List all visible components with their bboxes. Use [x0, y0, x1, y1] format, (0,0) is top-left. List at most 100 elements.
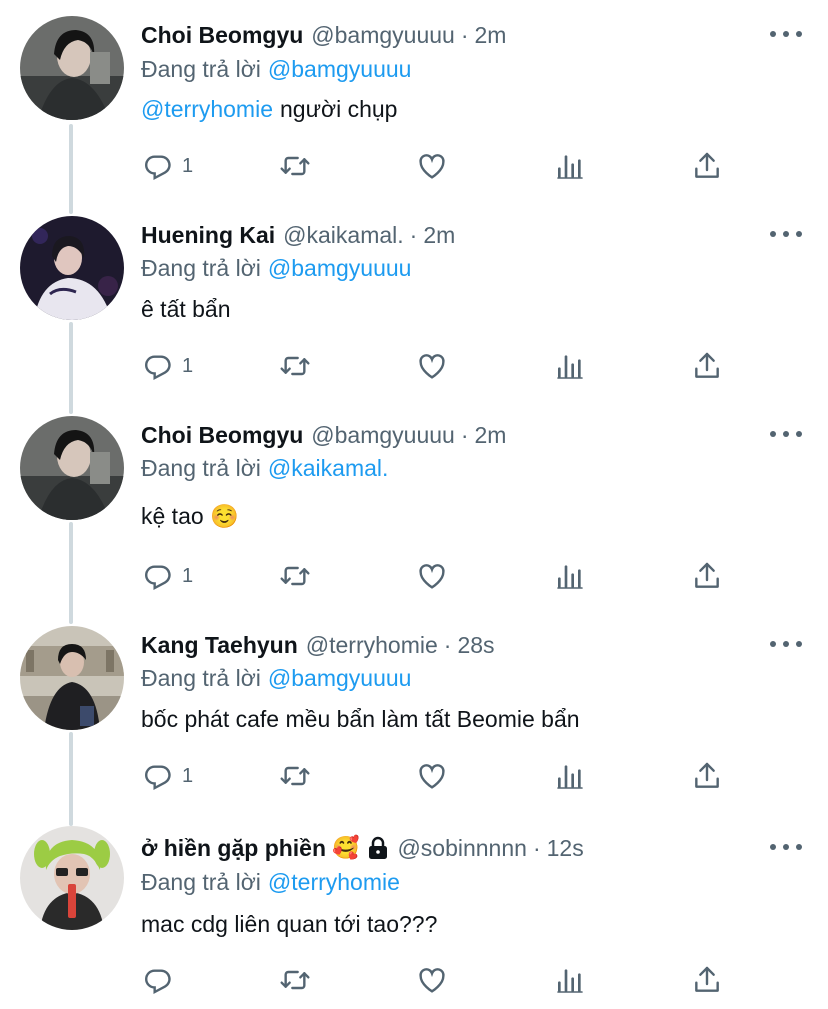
- timestamp[interactable]: 2m: [475, 422, 507, 449]
- tweet[interactable]: Kang Taehyun @terryhomie · 28s Đang trả …: [0, 610, 828, 810]
- analytics-icon: [557, 155, 583, 179]
- heart-icon: [419, 354, 445, 379]
- more-options-icon[interactable]: [770, 24, 802, 44]
- analytics-icon: [557, 969, 583, 993]
- share-button[interactable]: [691, 348, 723, 384]
- retweet-icon: [280, 566, 310, 586]
- heart-icon: [419, 968, 445, 993]
- retweet-icon: [280, 356, 310, 376]
- author-handle[interactable]: @terryhomie: [306, 632, 438, 659]
- reply-button[interactable]: 1: [142, 348, 193, 384]
- separator-dot: ·: [460, 421, 469, 448]
- analytics-icon: [557, 565, 583, 589]
- replying-to-label: Đang trả lời: [141, 254, 261, 281]
- share-icon: [695, 562, 719, 588]
- separator-dot: ·: [409, 221, 418, 248]
- share-button[interactable]: [691, 148, 723, 184]
- replying-to-label: Đang trả lời: [141, 55, 261, 82]
- avatar-taehyun-image: [20, 626, 124, 730]
- share-button[interactable]: [691, 558, 723, 594]
- author-name[interactable]: Kang Taehyun: [141, 632, 298, 659]
- replying-to-label: Đang trả lời: [141, 868, 261, 895]
- tweet[interactable]: ở hiền gặp phiền 🥰 @sobinnnnn · 12s Đang…: [0, 810, 828, 1009]
- reply-icon: [145, 155, 171, 180]
- more-options-icon[interactable]: [770, 424, 802, 444]
- reply-icon: [145, 565, 171, 590]
- replying-to-mention[interactable]: @bamgyuuuu: [268, 255, 412, 282]
- reply-icon: [145, 355, 171, 380]
- replying-to-mention[interactable]: @terryhomie: [268, 869, 400, 896]
- timestamp[interactable]: 2m: [423, 222, 455, 249]
- reply-count: 1: [182, 154, 194, 177]
- tweet-text: mac cdg liên quan tới tao???: [141, 910, 438, 937]
- share-icon: [695, 762, 719, 788]
- author-name[interactable]: Choi Beomgyu: [141, 22, 303, 49]
- share-icon: [695, 966, 719, 992]
- like-button[interactable]: [416, 758, 448, 794]
- share-button[interactable]: [691, 758, 723, 794]
- avatar[interactable]: [20, 216, 124, 320]
- timestamp[interactable]: 28s: [457, 632, 494, 659]
- retweet-button[interactable]: [279, 758, 311, 794]
- separator-dot: ·: [532, 834, 541, 861]
- avatar-sobin-image: [20, 826, 124, 930]
- reply-icon: [145, 969, 171, 994]
- like-button[interactable]: [416, 348, 448, 384]
- author-handle[interactable]: @sobinnnnn: [397, 835, 527, 862]
- separator-dot: ·: [443, 631, 452, 658]
- retweet-button[interactable]: [279, 148, 311, 184]
- author-handle[interactable]: @bamgyuuuu: [311, 422, 455, 449]
- reply-icon: [145, 765, 171, 790]
- tweet[interactable]: Choi Beomgyu @bamgyuuuu · 2m Đang trả lờ…: [0, 0, 828, 200]
- like-button[interactable]: [416, 962, 448, 998]
- retweet-button[interactable]: [279, 962, 311, 998]
- reply-button[interactable]: 1: [142, 558, 193, 594]
- avatar[interactable]: [20, 16, 124, 120]
- like-button[interactable]: [416, 558, 448, 594]
- share-icon: [695, 352, 719, 378]
- replying-to-label: Đang trả lời: [141, 664, 261, 691]
- avatar-beomgyu-image: [20, 16, 124, 120]
- author-name[interactable]: Choi Beomgyu: [141, 422, 303, 449]
- analytics-button[interactable]: [554, 148, 586, 184]
- analytics-icon: [557, 765, 583, 789]
- replying-to-mention[interactable]: @bamgyuuuu: [268, 665, 412, 692]
- tweet-mention[interactable]: @terryhomie: [141, 96, 273, 123]
- analytics-button[interactable]: [554, 558, 586, 594]
- avatar[interactable]: [20, 416, 124, 520]
- share-button[interactable]: [691, 962, 723, 998]
- avatar-beomgyu-image: [20, 416, 124, 520]
- separator-dot: ·: [460, 21, 469, 48]
- tweet-text: ê tất bẩn: [141, 295, 231, 322]
- retweet-button[interactable]: [279, 348, 311, 384]
- reply-button[interactable]: [142, 962, 182, 998]
- analytics-button[interactable]: [554, 758, 586, 794]
- tweet[interactable]: Choi Beomgyu @bamgyuuuu · 2m Đang trả lờ…: [0, 400, 828, 610]
- analytics-button[interactable]: [554, 348, 586, 384]
- timestamp[interactable]: 2m: [475, 22, 507, 49]
- replying-to-label: Đang trả lời: [141, 454, 261, 481]
- retweet-button[interactable]: [279, 558, 311, 594]
- avatar[interactable]: [20, 826, 124, 930]
- more-options-icon[interactable]: [770, 224, 802, 244]
- timestamp[interactable]: 12s: [547, 835, 584, 862]
- share-icon: [695, 152, 719, 178]
- analytics-icon: [557, 355, 583, 379]
- analytics-button[interactable]: [554, 962, 586, 998]
- more-options-icon[interactable]: [770, 634, 802, 654]
- author-handle[interactable]: @kaikamal.: [283, 222, 404, 249]
- replying-to-mention[interactable]: @bamgyuuuu: [268, 56, 412, 83]
- tweet[interactable]: Huening Kai @kaikamal. · 2m Đang trả lời…: [0, 200, 828, 400]
- author-handle[interactable]: @bamgyuuuu: [311, 22, 455, 49]
- author-name[interactable]: ở hiền gặp phiền: [141, 835, 326, 862]
- heart-icon: [419, 154, 445, 179]
- tweet-text: bốc phát cafe mều bẩn làm tất Beomie bẩn: [141, 705, 580, 732]
- avatar[interactable]: [20, 626, 124, 730]
- replying-to-mention[interactable]: @kaikamal.: [268, 455, 389, 482]
- reply-button[interactable]: 1: [142, 758, 193, 794]
- more-options-icon[interactable]: [770, 837, 802, 857]
- reply-button[interactable]: 1: [142, 148, 193, 184]
- author-name[interactable]: Huening Kai: [141, 222, 275, 249]
- like-button[interactable]: [416, 148, 448, 184]
- smiling-hearts-emoji: 🥰: [332, 835, 360, 860]
